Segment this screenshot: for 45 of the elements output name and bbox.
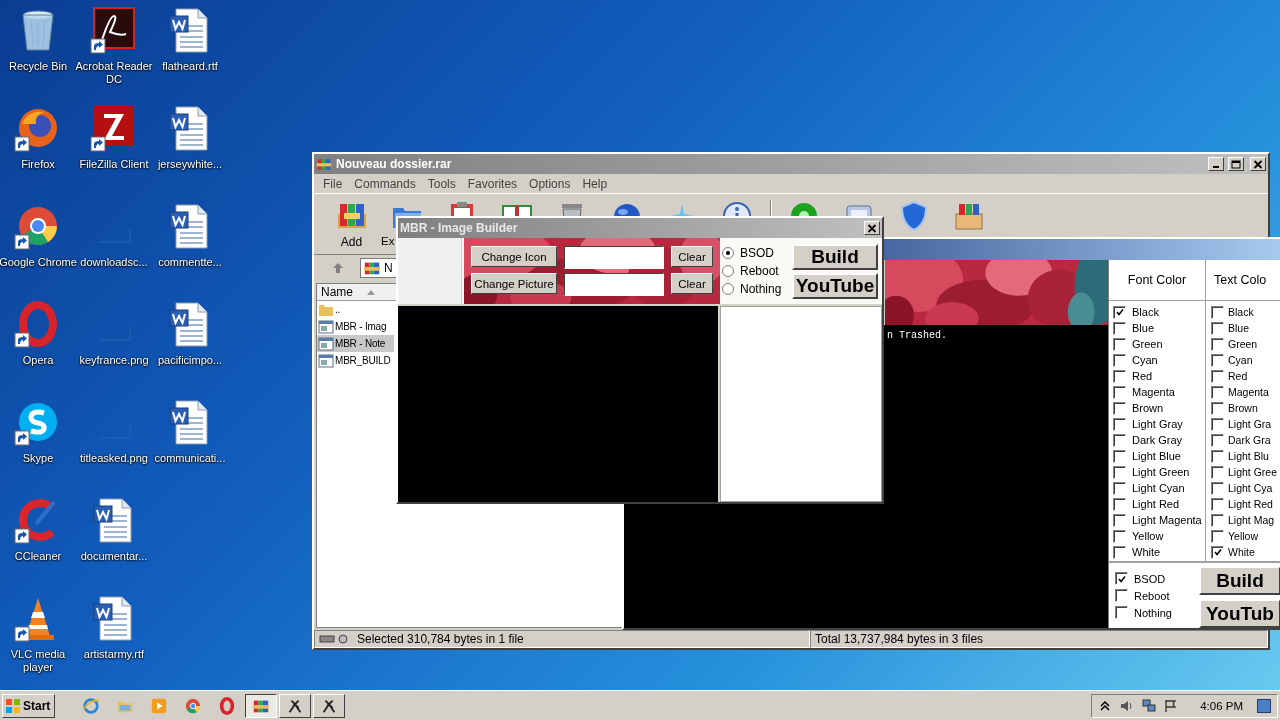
checkbox-label: Magenta [1132, 386, 1175, 398]
radio-label: Reboot [740, 264, 779, 278]
column-heading: Font Color [1127, 273, 1187, 287]
checkbox-label: Red [1228, 370, 1248, 382]
checkbox-label: Light Gra [1228, 418, 1272, 430]
checkbox-label: Blue [1132, 322, 1155, 334]
checkbox-label: Light Mag [1228, 514, 1275, 526]
radio-label: BSOD [740, 246, 774, 260]
checkbox-label: Cyan [1132, 354, 1158, 366]
radio-label: Nothing [740, 282, 782, 296]
checkbox-label: White [1132, 546, 1161, 558]
checkbox-label: Light Cyan [1132, 482, 1185, 494]
checkbox-label: Green [1228, 338, 1258, 350]
checkbox-label: Blue [1228, 322, 1249, 334]
checkbox-label: Yellow [1228, 530, 1258, 542]
checkbox-label: Light Red [1228, 498, 1273, 510]
checkbox-label: Cyan [1228, 354, 1253, 366]
checkbox-label: White [1228, 546, 1255, 558]
checkbox-label: Light Cya [1228, 482, 1273, 494]
checkbox-label: Light Gray [1132, 418, 1183, 430]
checkbox-label: Brown [1132, 402, 1164, 414]
status-text: Total 13,737,984 bytes in 3 files [815, 632, 984, 646]
checkbox-label: Reboot [1134, 589, 1170, 602]
checkbox-label: Light Gree [1228, 466, 1278, 478]
checkbox-label: Light Magenta [1132, 514, 1202, 526]
window-title: Nouveau dossier.rar [336, 157, 452, 171]
window-title: MBR - Image Builder [400, 221, 518, 235]
checkbox-label: BSOD [1134, 572, 1166, 585]
checkbox-label: Light Blu [1228, 450, 1269, 462]
checkbox-label: Red [1132, 370, 1153, 382]
column-heading: Text Colo [1214, 273, 1267, 287]
checkbox-label: Light Blue [1132, 450, 1181, 462]
checkbox-label: Yellow [1132, 530, 1164, 542]
checkbox-label: Dark Gray [1132, 434, 1183, 446]
checkbox-label: Magenta [1228, 386, 1269, 398]
console-text: n Trashed. [887, 330, 947, 341]
status-text: Selected 310,784 bytes in 1 file [357, 632, 524, 646]
checkbox-label: Brown [1228, 402, 1258, 414]
checkbox-label: Light Green [1132, 466, 1190, 478]
checkbox-label: Dark Gra [1228, 434, 1271, 446]
checkbox-label: Black [1132, 306, 1159, 318]
checkbox-label: Green [1132, 338, 1163, 350]
checkbox-label: Nothing [1134, 606, 1172, 619]
checkbox-label: Light Red [1132, 498, 1180, 510]
checkbox-label: Black [1228, 306, 1254, 318]
